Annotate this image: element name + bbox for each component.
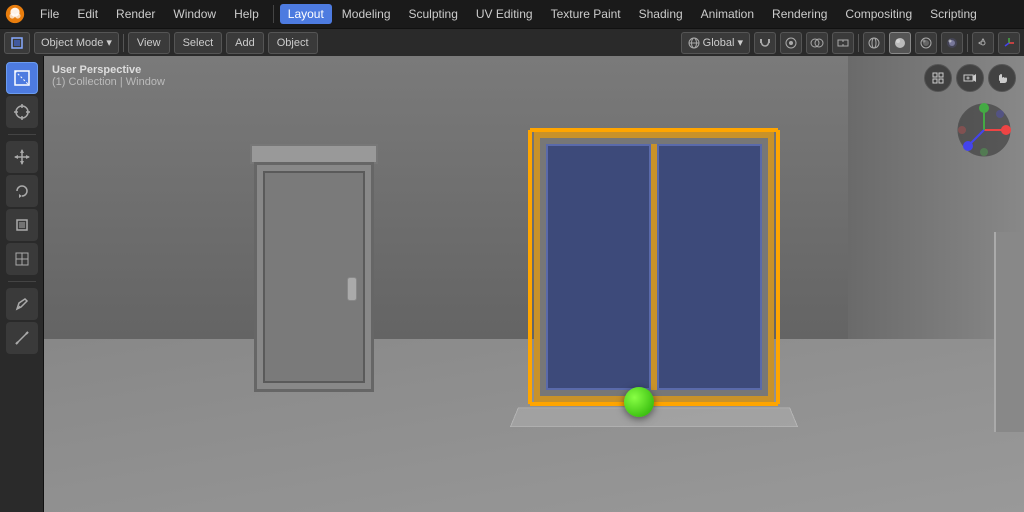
- toolbar-bar: Object Mode ▾ View Select Add Object Glo…: [0, 28, 1024, 56]
- pivot-icon: [976, 36, 990, 50]
- proportional-icon-btn[interactable]: [780, 32, 802, 54]
- floor-tile: [510, 408, 798, 427]
- tool-select[interactable]: [6, 62, 38, 94]
- origin-sphere: [624, 387, 654, 417]
- menu-shading[interactable]: Shading: [631, 4, 691, 24]
- menu-texture-paint[interactable]: Texture Paint: [543, 4, 629, 24]
- object-button[interactable]: Object: [268, 32, 318, 54]
- tool-measure[interactable]: [6, 322, 38, 354]
- menu-window[interactable]: Window: [165, 4, 224, 24]
- hand-icon: [995, 71, 1009, 85]
- menu-scripting[interactable]: Scripting: [922, 4, 985, 24]
- closed-door: [254, 162, 374, 392]
- move-viewport-btn[interactable]: [988, 64, 1016, 92]
- tool-annotate[interactable]: [6, 288, 38, 320]
- main-area: User Perspective (1) Collection | Window: [0, 56, 1024, 512]
- object-mode-icon: [9, 35, 25, 51]
- select-tool-icon: [13, 69, 31, 87]
- menu-layout[interactable]: Layout: [280, 4, 332, 24]
- camera-icon: [963, 71, 977, 85]
- menu-edit[interactable]: Edit: [69, 4, 106, 24]
- menu-help[interactable]: Help: [226, 4, 267, 24]
- move-tool-icon: [13, 148, 31, 166]
- selection-wire-bottom: [528, 402, 780, 404]
- mode-icon-btn[interactable]: [4, 32, 30, 54]
- double-door-selected[interactable]: [534, 132, 774, 402]
- ortho-toggle-btn[interactable]: [924, 64, 952, 92]
- double-door-center-divider: [651, 144, 657, 390]
- object-mode-chevron: ▾: [106, 36, 112, 49]
- transform-pivot-btn[interactable]: [972, 32, 994, 54]
- tool-rotate[interactable]: [6, 175, 38, 207]
- snap-icon-btn[interactable]: [754, 32, 776, 54]
- viewport-3d[interactable]: User Perspective (1) Collection | Window: [44, 56, 1024, 512]
- transform-orient-btn[interactable]: [998, 32, 1020, 54]
- menu-sculpting[interactable]: Sculpting: [401, 4, 466, 24]
- tool-scale[interactable]: [6, 209, 38, 241]
- rotate-tool-icon: [13, 182, 31, 200]
- transform-orient-icon: [1002, 36, 1016, 50]
- menu-uv-editing[interactable]: UV Editing: [468, 4, 541, 24]
- ortho-grid-icon: [931, 71, 945, 85]
- tool-move[interactable]: [6, 141, 38, 173]
- transform-tool-icon: [13, 250, 31, 268]
- global-label: Global: [703, 37, 735, 49]
- camera-view-btn[interactable]: [956, 64, 984, 92]
- overlay-icon: [810, 36, 824, 50]
- shading-wire-btn[interactable]: [863, 32, 885, 54]
- left-toolbar: [0, 56, 44, 512]
- navigation-gizmo[interactable]: [954, 100, 1014, 160]
- blender-logo-icon: [4, 3, 26, 25]
- door-handle: [347, 277, 357, 301]
- material-icon: [919, 36, 933, 50]
- annotate-tool-icon: [13, 295, 31, 313]
- object-mode-select[interactable]: Object Mode ▾: [34, 32, 119, 54]
- cursor-tool-icon: [13, 103, 31, 121]
- door-frame: [254, 162, 374, 392]
- viewport-corner-controls: [924, 64, 1016, 92]
- add-button[interactable]: Add: [226, 32, 264, 54]
- select-button[interactable]: Select: [174, 32, 223, 54]
- double-door-left-panel: [546, 144, 651, 390]
- double-door-frame: [534, 132, 774, 402]
- selection-wire-right: [778, 130, 780, 404]
- menu-rendering[interactable]: Rendering: [764, 4, 835, 24]
- global-icon: [688, 37, 700, 49]
- measure-tool-icon: [13, 329, 31, 347]
- shading-material-btn[interactable]: [915, 32, 937, 54]
- shading-rendered-btn[interactable]: [941, 32, 963, 54]
- tool-cursor[interactable]: [6, 96, 38, 128]
- menu-modeling[interactable]: Modeling: [334, 4, 399, 24]
- solid-shading-icon: [893, 36, 907, 50]
- tool-transform[interactable]: [6, 243, 38, 275]
- magnet-icon: [758, 36, 772, 50]
- double-door-right-panel: [657, 144, 762, 390]
- proportional-edit-icon: [784, 36, 798, 50]
- view-button[interactable]: View: [128, 32, 170, 54]
- xray-icon-btn[interactable]: [832, 32, 854, 54]
- menu-compositing[interactable]: Compositing: [837, 4, 920, 24]
- overlay-icon-btn[interactable]: [806, 32, 828, 54]
- scale-tool-icon: [13, 216, 31, 234]
- menu-render[interactable]: Render: [108, 4, 163, 24]
- shading-solid-btn[interactable]: [889, 32, 911, 54]
- door-top-bar: [250, 144, 378, 164]
- wireframe-icon: [867, 36, 881, 50]
- rotation-gizmo-icon: [954, 100, 1014, 160]
- menu-animation[interactable]: Animation: [693, 4, 762, 24]
- right-partial-object: [994, 232, 1024, 432]
- menu-file[interactable]: File: [32, 4, 67, 24]
- xray-icon: [836, 36, 850, 50]
- top-menu-bar: File Edit Render Window Help Layout Mode…: [0, 0, 1024, 28]
- object-mode-label: Object Mode: [41, 37, 103, 49]
- selection-wire-left: [528, 130, 530, 404]
- rendered-icon: [945, 36, 959, 50]
- global-select[interactable]: Global ▾: [681, 32, 750, 54]
